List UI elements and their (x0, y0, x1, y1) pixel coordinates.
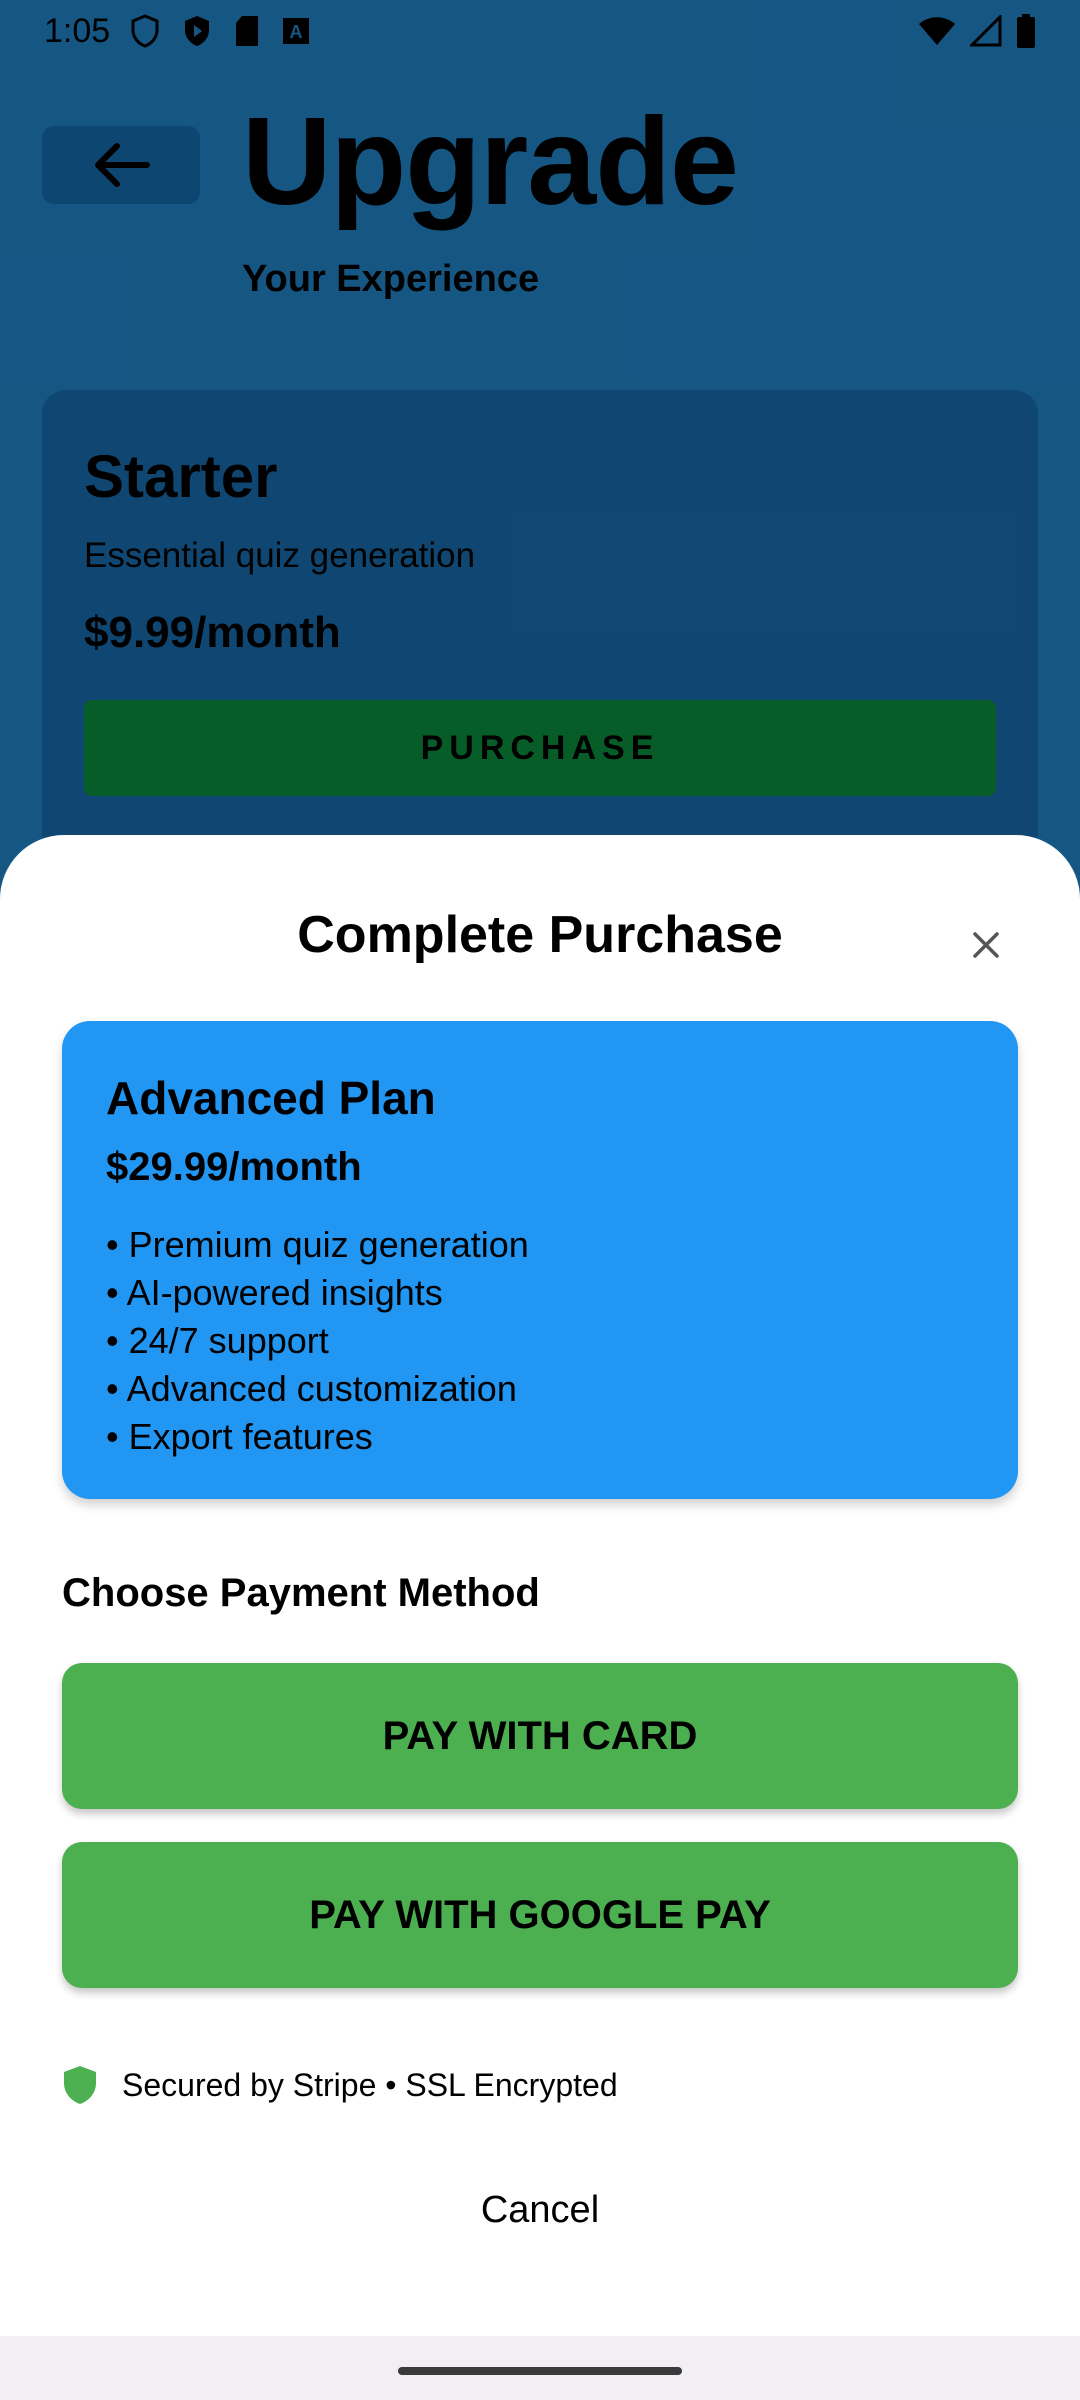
pay-with-google-pay-button[interactable]: PAY WITH GOOGLE PAY (62, 1842, 1018, 1988)
security-text: Secured by Stripe • SSL Encrypted (122, 2066, 618, 2103)
security-notice: Secured by Stripe • SSL Encrypted (62, 2061, 618, 2109)
feature-item: • 24/7 support (106, 1320, 329, 1361)
sheet-title: Complete Purchase (297, 906, 783, 964)
feature-item: • AI-powered insights (106, 1272, 443, 1313)
feature-list: • Premium quiz generation • AI-powered i… (106, 1221, 529, 1461)
pay-with-card-button[interactable]: PAY WITH CARD (62, 1663, 1018, 1809)
purchase-bottom-sheet: Complete Purchase Advanced Plan $29.99/m… (0, 835, 1080, 2400)
feature-item: • Premium quiz generation (106, 1224, 529, 1265)
selected-plan-name: Advanced Plan (106, 1072, 436, 1124)
shield-icon (64, 2066, 96, 2104)
close-button[interactable] (958, 917, 1014, 973)
close-icon (973, 932, 999, 958)
home-gesture-handle[interactable] (398, 2367, 682, 2375)
selected-plan-card: Advanced Plan $29.99/month • Premium qui… (62, 1021, 1018, 1499)
cancel-button[interactable]: Cancel (440, 2175, 640, 2245)
feature-item: • Advanced customization (106, 1368, 517, 1409)
feature-item: • Export features (106, 1416, 373, 1457)
payment-method-heading: Choose Payment Method (62, 1571, 540, 1615)
selected-plan-price: $29.99/month (106, 1145, 362, 1189)
